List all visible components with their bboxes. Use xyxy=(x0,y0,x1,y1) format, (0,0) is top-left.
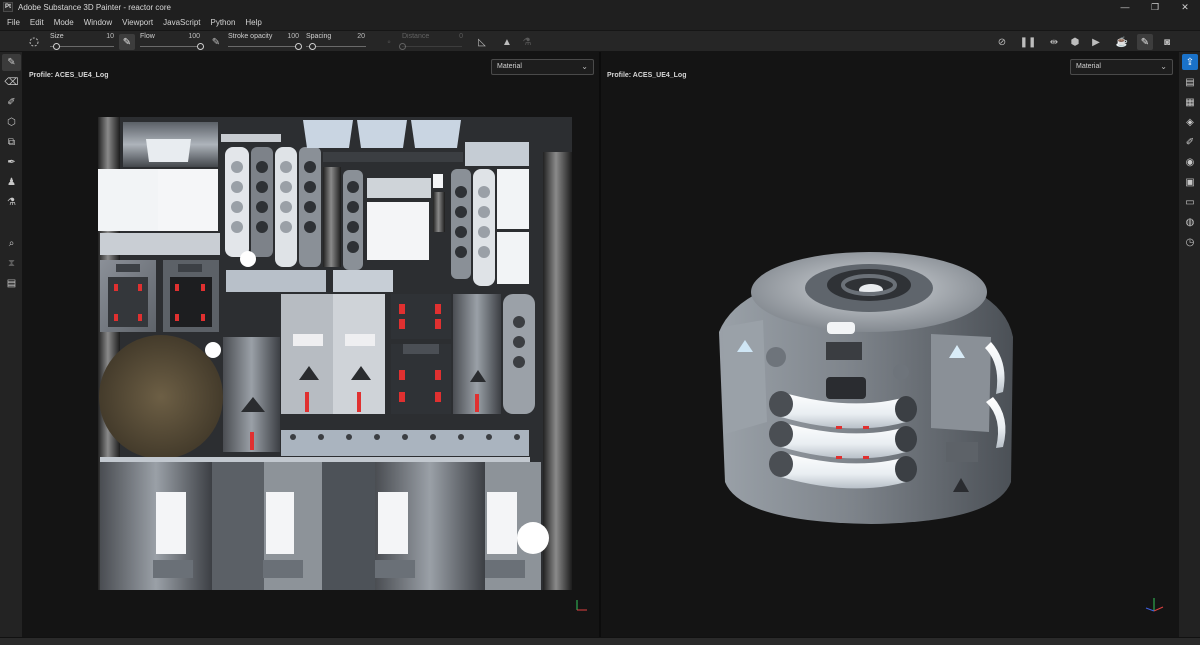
distance-label: Distance xyxy=(402,33,430,40)
menu-help[interactable]: Help xyxy=(240,18,266,27)
size-value[interactable]: 10 xyxy=(94,33,114,40)
properties-icon[interactable]: ✐ xyxy=(1182,134,1198,150)
distance-slider[interactable] xyxy=(402,46,462,47)
uv-axis-gizmo xyxy=(576,600,587,611)
flow-slider-knob[interactable] xyxy=(196,43,204,50)
eraser-icon[interactable]: ⌫ xyxy=(2,74,21,91)
display-settings-icon[interactable]: ◉ xyxy=(1182,154,1198,170)
window-title: Adobe Substance 3D Painter - reactor cor… xyxy=(18,2,171,12)
menu-window[interactable]: Window xyxy=(79,18,117,27)
menu-javascript[interactable]: JavaScript xyxy=(158,18,205,27)
bake-icon[interactable]: ⚗ xyxy=(2,194,21,211)
paint-brush-icon[interactable]: ✎ xyxy=(2,54,21,71)
minimize-button[interactable]: — xyxy=(1110,0,1140,14)
pause-engine-icon[interactable]: ❚❚ xyxy=(1020,34,1037,50)
reactor-core-3d-model xyxy=(719,252,1164,612)
pen-pressure-size-toggle[interactable]: ✎ xyxy=(119,34,135,50)
alignment-icon[interactable]: ◺ xyxy=(474,34,490,50)
stroke-opacity-label: Stroke opacity xyxy=(228,33,273,40)
clone-icon[interactable]: ✒ xyxy=(2,154,21,171)
shader-settings-icon[interactable]: ▣ xyxy=(1182,174,1198,190)
menu-bar: File Edit Mode Window Viewport JavaScrip… xyxy=(0,14,1200,30)
flow-value[interactable]: 100 xyxy=(180,33,200,40)
tool-options-bar: Size 10 ✎ Flow 100 ✎ Stroke opacity 100 … xyxy=(0,30,1200,52)
distance-value[interactable]: 0 xyxy=(443,33,463,40)
hide-gizmo-icon[interactable]: ⊘ xyxy=(994,34,1010,50)
spacing-slider-knob[interactable] xyxy=(308,43,316,50)
spacing-label: Spacing xyxy=(306,33,332,40)
uv-texture-map xyxy=(98,117,587,611)
geometry-mask-icon[interactable]: ⌕ xyxy=(2,235,21,252)
viewport-3d[interactable]: Profile: ACES_UE4_Log Material ⌄ xyxy=(601,52,1178,637)
polygon-fill-icon[interactable]: ⬡ xyxy=(2,114,21,131)
layer-instancer-icon[interactable]: ⧗ xyxy=(2,255,21,272)
share-icon[interactable]: ⇪ xyxy=(1182,54,1198,70)
color-picker-icon[interactable]: ▤ xyxy=(2,275,21,292)
right-dock: ⇪ ▤ ▦ ◈ ✐ ◉ ▣ ▭ ◍ ◷ xyxy=(1178,52,1200,637)
distance-slider-knob[interactable] xyxy=(398,43,406,50)
display-mode-icon[interactable]: ⬢ xyxy=(1067,34,1083,50)
close-button[interactable]: ✕ xyxy=(1170,0,1200,14)
backface-culling-icon[interactable]: ▲ xyxy=(499,34,515,50)
symmetry-mode-icon[interactable]: ⇹ xyxy=(1046,34,1062,50)
spacing-value[interactable]: 20 xyxy=(345,33,365,40)
menu-file[interactable]: File xyxy=(2,18,25,27)
app-logo-icon: Pt xyxy=(3,2,13,12)
history-icon[interactable]: ◷ xyxy=(1182,234,1198,250)
pen-pressure-flow-toggle[interactable]: ✎ xyxy=(208,34,224,50)
viewport-2d[interactable]: Profile: ACES_UE4_Log Material ⌄ xyxy=(23,52,599,637)
lazy-mouse-icon[interactable]: ◦ xyxy=(381,34,397,50)
stroke-opacity-slider-knob[interactable] xyxy=(294,43,302,50)
size-slider-knob[interactable] xyxy=(52,43,60,50)
menu-python[interactable]: Python xyxy=(206,18,241,27)
title-bar: Pt Adobe Substance 3D Painter - reactor … xyxy=(0,0,1200,14)
assets-icon[interactable]: ▭ xyxy=(1182,194,1198,210)
texture-set-settings-icon[interactable]: ▦ xyxy=(1182,94,1198,110)
layers-icon[interactable]: ◈ xyxy=(1182,114,1198,130)
menu-mode[interactable]: Mode xyxy=(49,18,79,27)
stroke-opacity-slider[interactable] xyxy=(228,46,298,47)
flow-slider[interactable] xyxy=(140,46,200,47)
stroke-opacity-value[interactable]: 100 xyxy=(279,33,299,40)
flow-label: Flow xyxy=(140,33,155,40)
material-picker-icon[interactable]: ♟ xyxy=(2,174,21,191)
menu-viewport[interactable]: Viewport xyxy=(117,18,158,27)
smudge-icon[interactable]: ⧉ xyxy=(2,134,21,151)
environment-icon[interactable]: ◍ xyxy=(1182,214,1198,230)
screenshot-icon[interactable]: ◙ xyxy=(1159,34,1175,50)
projection-icon[interactable]: ✐ xyxy=(2,94,21,111)
size-label: Size xyxy=(50,33,64,40)
camera-icon[interactable]: ▶ xyxy=(1088,34,1104,50)
view-axis-gizmo xyxy=(1145,598,1164,612)
status-bar xyxy=(0,637,1200,645)
painting-mode-icon[interactable]: ✎ xyxy=(1137,34,1153,50)
maximize-button[interactable]: ❐ xyxy=(1140,0,1170,14)
symmetry-icon[interactable]: ⚗ xyxy=(519,34,535,50)
brush-preset-icon[interactable] xyxy=(26,34,42,50)
left-toolbar: ✎ ⌫ ✐ ⬡ ⧉ ✒ ♟ ⚗ ⌕ ⧗ ▤ xyxy=(0,52,23,637)
menu-edit[interactable]: Edit xyxy=(25,18,49,27)
texture-sets-icon[interactable]: ▤ xyxy=(1182,74,1198,90)
iray-render-icon[interactable]: ☕ xyxy=(1114,34,1130,50)
